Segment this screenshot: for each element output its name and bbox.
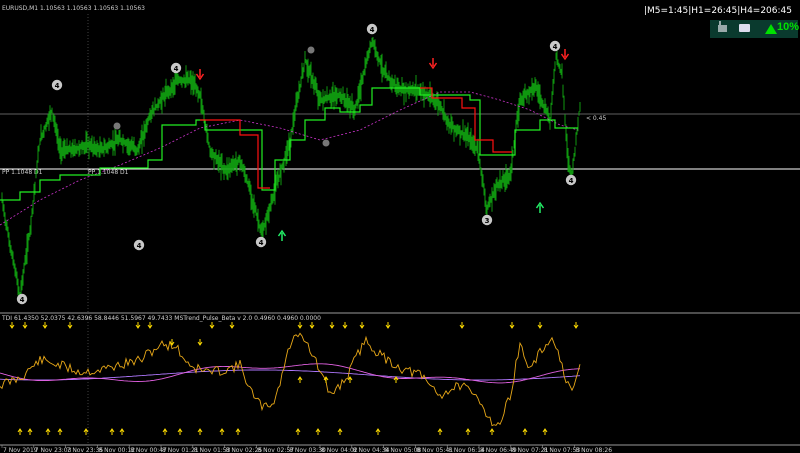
svg-text:4: 4 [137,242,142,250]
price-label: < 0.45 [586,115,606,122]
wave-marker: 4 [366,23,378,35]
wave-marker [322,139,330,147]
svg-text:4: 4 [569,177,574,185]
wave-marker [113,122,121,130]
svg-text:4: 4 [20,296,25,304]
wave-marker: 4 [133,239,145,251]
wave-marker: 4 [51,79,63,91]
wave-marker: 4 [255,236,267,248]
wave-marker: 3 [481,214,493,226]
briefcase-icon [739,24,750,32]
time-label: 7 Nov 2019 [3,447,38,453]
factory-icon [718,21,727,32]
indicator-header: TDI 61.4350 52.0375 42.6396 58.8446 51.5… [1,315,321,322]
time-label: 8 Nov 08:26 [575,447,612,453]
wave-marker: 4 [170,62,182,74]
chart-canvas[interactable]: EURUSD,M1 1.10563 1.10563 1.10563 1.1056… [0,0,800,453]
svg-text:4: 4 [55,82,60,90]
svg-text:4: 4 [259,239,264,247]
wave-marker: 4 [16,293,28,305]
info-panel: |M5=1:45|H1=26:45|H4=206:45 10% [644,2,800,40]
wave-marker: 4 [549,40,561,52]
wave-marker: 4 [565,174,577,186]
timeframe-status: |M5=1:45|H1=26:45|H4=206:45 [643,6,792,16]
strength-box: 10% [710,20,800,38]
up-triangle-icon [765,24,777,34]
svg-text:4: 4 [370,26,375,34]
strength-percent: 10% [777,21,800,33]
time-axis: 7 Nov 20197 Nov 23:037 Nov 23:358 Nov 00… [1,445,612,453]
wave-marker [307,46,315,54]
symbol-header: EURUSD,M1 1.10563 1.10563 1.10563 1.1056… [2,5,145,12]
svg-text:3: 3 [485,217,490,225]
svg-text:4: 4 [174,65,179,73]
svg-text:4: 4 [553,43,558,51]
